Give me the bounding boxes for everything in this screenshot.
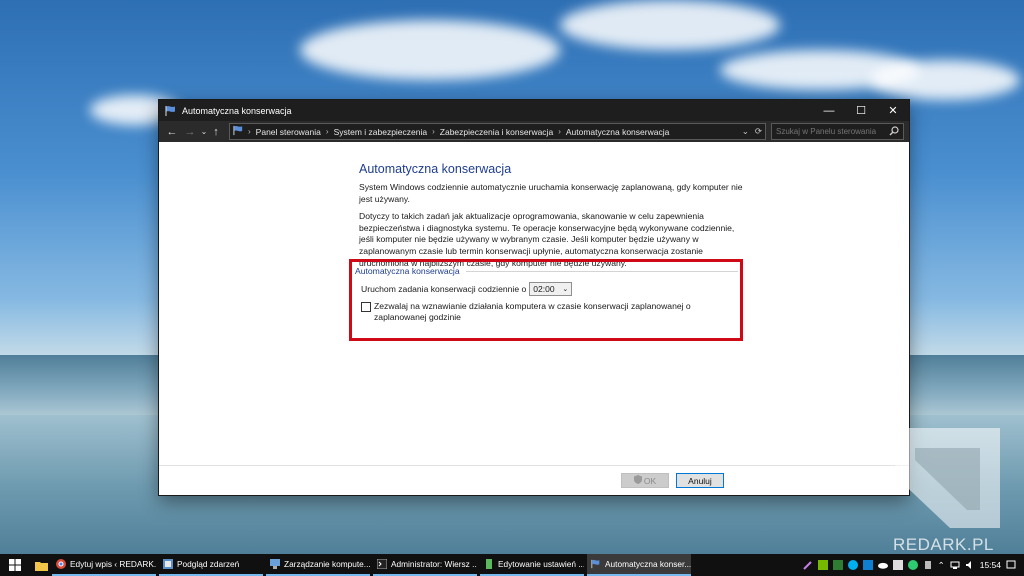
pen-icon[interactable] [802, 560, 813, 570]
dropbox-icon[interactable] [892, 560, 903, 570]
search-icon[interactable] [889, 126, 899, 138]
wallpaper-cloud [870, 60, 1020, 100]
onedrive-cloud-icon[interactable] [877, 560, 888, 570]
shield-icon[interactable] [862, 560, 873, 570]
control-panel-flag-icon [165, 105, 177, 117]
taskbar-item-label: Podgląd zdarzeń [177, 559, 240, 569]
control-panel-window: Automatyczna konserwacja — ☐ ✕ ← → ⌄ ↑ ›… [159, 100, 909, 495]
chevron-up-icon[interactable]: ⌃ [938, 560, 945, 571]
start-windows-icon[interactable] [0, 554, 30, 576]
forward-arrow-icon[interactable]: → [181, 123, 199, 141]
description-paragraph-1: System Windows codziennie automatycznie … [359, 182, 743, 204]
close-button[interactable]: ✕ [877, 100, 909, 121]
taskbar-item-chrome[interactable]: Edytuj wpis ‹ REDARK... [52, 554, 156, 576]
file-explorer-folder-icon[interactable] [30, 554, 52, 576]
event-viewer-icon [163, 559, 173, 569]
breadcrumb-panel-sterowania[interactable]: Panel sterowania [252, 127, 325, 137]
computer-management-icon [270, 559, 280, 569]
usb-device-icon[interactable] [923, 560, 933, 570]
refresh-icon[interactable]: ⟳ [755, 126, 762, 137]
green-app-icon[interactable] [907, 560, 918, 570]
notifications-icon[interactable] [1006, 560, 1016, 570]
title-bar[interactable]: Automatyczna konserwacja — ☐ ✕ [159, 100, 909, 121]
taskbar-item-label: Automatyczna konser... [605, 559, 691, 569]
taskbar-item-computer-management[interactable]: Zarządzanie kompute... [266, 554, 370, 576]
control-panel-flag-icon [230, 125, 247, 138]
network-icon[interactable] [950, 560, 960, 570]
taskbar-item-label: Administrator: Wiersz ... [391, 559, 477, 569]
recent-locations-chevron-icon[interactable]: ⌄ [199, 123, 209, 141]
minimize-button[interactable]: — [813, 100, 845, 121]
maximize-button[interactable]: ☐ [845, 100, 877, 121]
cancel-button[interactable]: Anuluj [676, 473, 724, 488]
dialog-footer: OK Anuluj [159, 465, 909, 495]
taskbar-item-label: Zarządzanie kompute... [284, 559, 370, 569]
app-icon[interactable] [832, 560, 843, 570]
up-arrow-icon[interactable]: ↑ [209, 123, 223, 141]
breadcrumb-system-security[interactable]: System i zabezpieczenia [330, 127, 432, 137]
taskbar: Edytuj wpis ‹ REDARK... Podgląd zdarzeń … [0, 554, 1024, 576]
volume-icon[interactable] [965, 560, 975, 570]
redark-logo [895, 428, 1000, 528]
taskbar-item-event-viewer[interactable]: Podgląd zdarzeń [159, 554, 263, 576]
search-box[interactable] [771, 123, 904, 140]
skype-icon[interactable] [847, 560, 858, 570]
edit-settings-icon [486, 559, 492, 569]
red-highlight-frame [349, 259, 743, 341]
back-arrow-icon[interactable]: ← [163, 123, 181, 141]
taskbar-item-label: Edytuj wpis ‹ REDARK... [70, 559, 156, 569]
breadcrumb-security-maintenance[interactable]: Zabezpieczenia i konserwacja [436, 127, 557, 137]
taskbar-item-automatic-maintenance[interactable]: Automatyczna konser... [587, 554, 691, 576]
taskbar-item-label: Edytowanie ustawień ... [498, 559, 584, 569]
watermark-text: REDARK.PL [893, 535, 994, 554]
system-tray: ⌃ 15:54 [802, 554, 1024, 576]
command-prompt-icon [377, 559, 387, 569]
wallpaper-cloud [300, 20, 560, 80]
chrome-icon [56, 559, 66, 569]
address-bar[interactable]: › Panel sterowania › System i zabezpiecz… [229, 123, 766, 140]
clock[interactable]: 15:54 [980, 560, 1001, 570]
uac-shield-icon [633, 475, 642, 486]
control-panel-flag-icon [591, 559, 600, 569]
ok-button-label: OK [643, 475, 657, 486]
page-title: Automatyczna konserwacja [359, 162, 512, 176]
nvidia-icon[interactable] [817, 560, 828, 570]
taskbar-item-command-prompt[interactable]: Administrator: Wiersz ... [373, 554, 477, 576]
navigation-bar: ← → ⌄ ↑ › Panel sterowania › System i za… [159, 121, 909, 142]
ok-button[interactable]: OK [621, 473, 669, 488]
wallpaper-cloud [560, 0, 780, 50]
breadcrumb-automatic-maintenance[interactable]: Automatyczna konserwacja [562, 127, 673, 137]
address-dropdown-chevron-icon[interactable]: ⌄ [742, 126, 749, 137]
search-input[interactable] [772, 126, 888, 137]
taskbar-item-edit-settings[interactable]: Edytowanie ustawień ... [480, 554, 584, 576]
window-title: Automatyczna konserwacja [182, 105, 292, 116]
